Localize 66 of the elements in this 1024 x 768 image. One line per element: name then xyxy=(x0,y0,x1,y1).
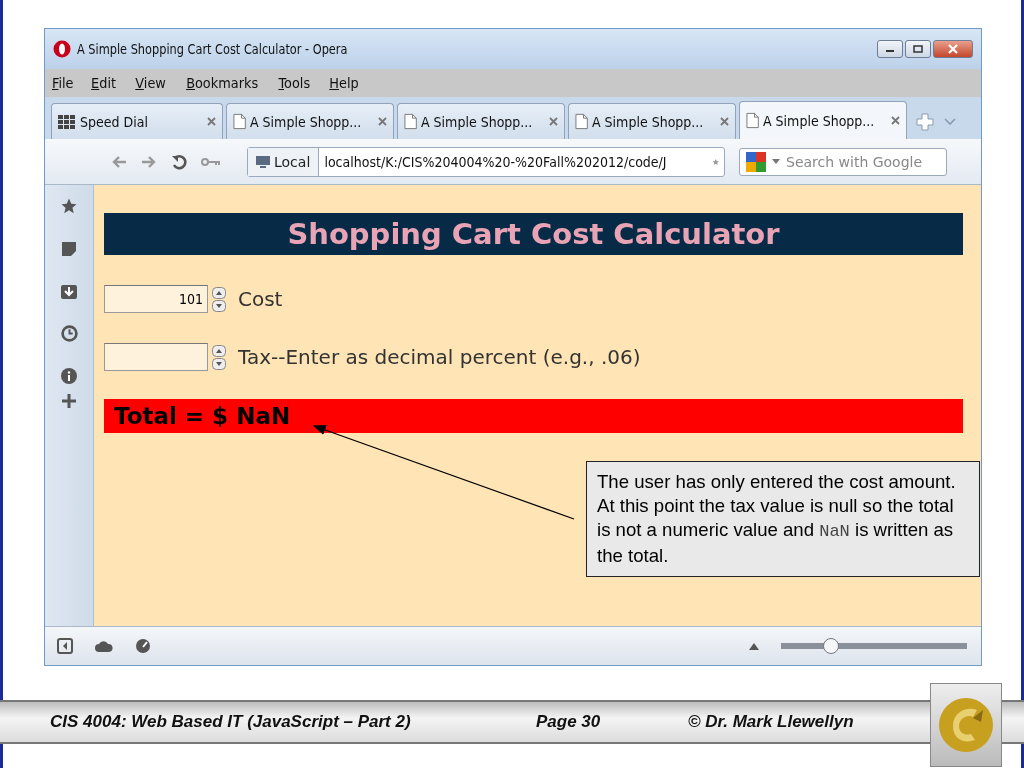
spin-down-icon[interactable] xyxy=(212,357,226,370)
panel-toggle-icon[interactable] xyxy=(57,638,73,654)
document-icon xyxy=(233,113,247,130)
close-button[interactable] xyxy=(933,40,973,58)
menu-item[interactable]: Help xyxy=(328,75,359,91)
grid-icon xyxy=(58,114,76,129)
minimize-button[interactable] xyxy=(877,40,903,58)
cloud-icon[interactable] xyxy=(95,640,113,652)
site-badge[interactable]: Local xyxy=(248,147,320,176)
forward-icon[interactable] xyxy=(141,154,157,169)
dropdown-caret-icon[interactable] xyxy=(772,159,780,164)
field-label: Tax--Enter as decimal percent (e.g., .06) xyxy=(238,345,641,369)
site-badge-label: Local xyxy=(274,153,311,170)
clock-icon[interactable] xyxy=(60,325,78,342)
close-tab-icon[interactable] xyxy=(207,117,216,126)
menu-item[interactable]: Edit xyxy=(91,75,117,91)
menu-item[interactable]: Bookmarks xyxy=(185,75,258,91)
maximize-button[interactable] xyxy=(905,40,931,58)
back-icon[interactable] xyxy=(111,154,127,169)
course-title: CIS 4004: Web Based IT (JavaScript – Part 2) xyxy=(50,712,412,732)
reload-icon[interactable] xyxy=(171,153,187,170)
spin-down-icon[interactable] xyxy=(212,299,226,312)
number-input[interactable]: 101 xyxy=(104,285,208,313)
author-credit: © Dr. Mark Llewellyn xyxy=(688,712,854,732)
close-tab-icon[interactable] xyxy=(720,117,729,126)
browser-logo-icon xyxy=(53,40,71,58)
number-input[interactable] xyxy=(104,343,208,371)
download-icon[interactable] xyxy=(61,283,77,299)
star-icon[interactable] xyxy=(60,197,78,215)
document-icon xyxy=(404,113,418,130)
browser-tab[interactable]: Speed Dial xyxy=(51,103,223,139)
browser-tab[interactable]: A Simple Shopp... xyxy=(397,103,565,139)
field-label: Cost xyxy=(238,287,283,311)
info-icon[interactable] xyxy=(61,368,77,384)
menu-item[interactable]: View xyxy=(134,75,166,91)
menu-item[interactable]: File xyxy=(51,75,74,91)
close-tab-icon[interactable] xyxy=(378,117,387,126)
key-icon[interactable] xyxy=(201,156,221,167)
close-icon xyxy=(947,44,959,54)
search-placeholder: Search with Google xyxy=(786,153,923,170)
gauge-icon[interactable] xyxy=(135,638,151,654)
spin-up-icon[interactable] xyxy=(212,286,226,299)
plus-icon[interactable] xyxy=(62,394,76,408)
search-engine-icon[interactable] xyxy=(746,151,766,172)
document-icon xyxy=(746,112,760,129)
page-heading: Shopping Cart Cost Calculator xyxy=(104,213,963,255)
url-text: localhost/K:/CIS%204004%20-%20Fall%202012/code/J xyxy=(323,153,668,170)
window-title: A Simple Shopping Cart Cost Calculator - Opera xyxy=(77,41,349,57)
up-triangle-icon[interactable] xyxy=(749,642,759,650)
address-field[interactable]: Local localhost/K:/CIS%204004%20-%20Fall%202012/code/J xyxy=(247,146,725,177)
page-number: Page 30 xyxy=(536,712,602,732)
browser-tab[interactable]: A Simple Shopp... xyxy=(226,103,394,139)
menu-item[interactable]: Tools xyxy=(278,75,311,91)
spin-up-icon[interactable] xyxy=(212,344,226,357)
close-tab-icon[interactable] xyxy=(891,116,900,125)
browser-tab[interactable]: A Simple Shopp... xyxy=(568,103,736,139)
document-icon xyxy=(575,113,589,130)
monitor-icon xyxy=(256,155,270,168)
callout-note: The user has only entered the cost amount. At this point the tax value is null so the total is not a numeric value and NaN is written as the total. xyxy=(586,461,980,577)
search-field[interactable]: Search with Google xyxy=(739,147,947,176)
note-icon[interactable] xyxy=(61,241,77,257)
total-bar: Total = $ NaN xyxy=(104,399,963,433)
close-tab-icon[interactable] xyxy=(549,117,558,126)
slider-thumb[interactable] xyxy=(823,638,840,654)
maximize-icon xyxy=(913,45,923,53)
browser-tab[interactable]: A Simple Shopp... xyxy=(739,101,907,139)
